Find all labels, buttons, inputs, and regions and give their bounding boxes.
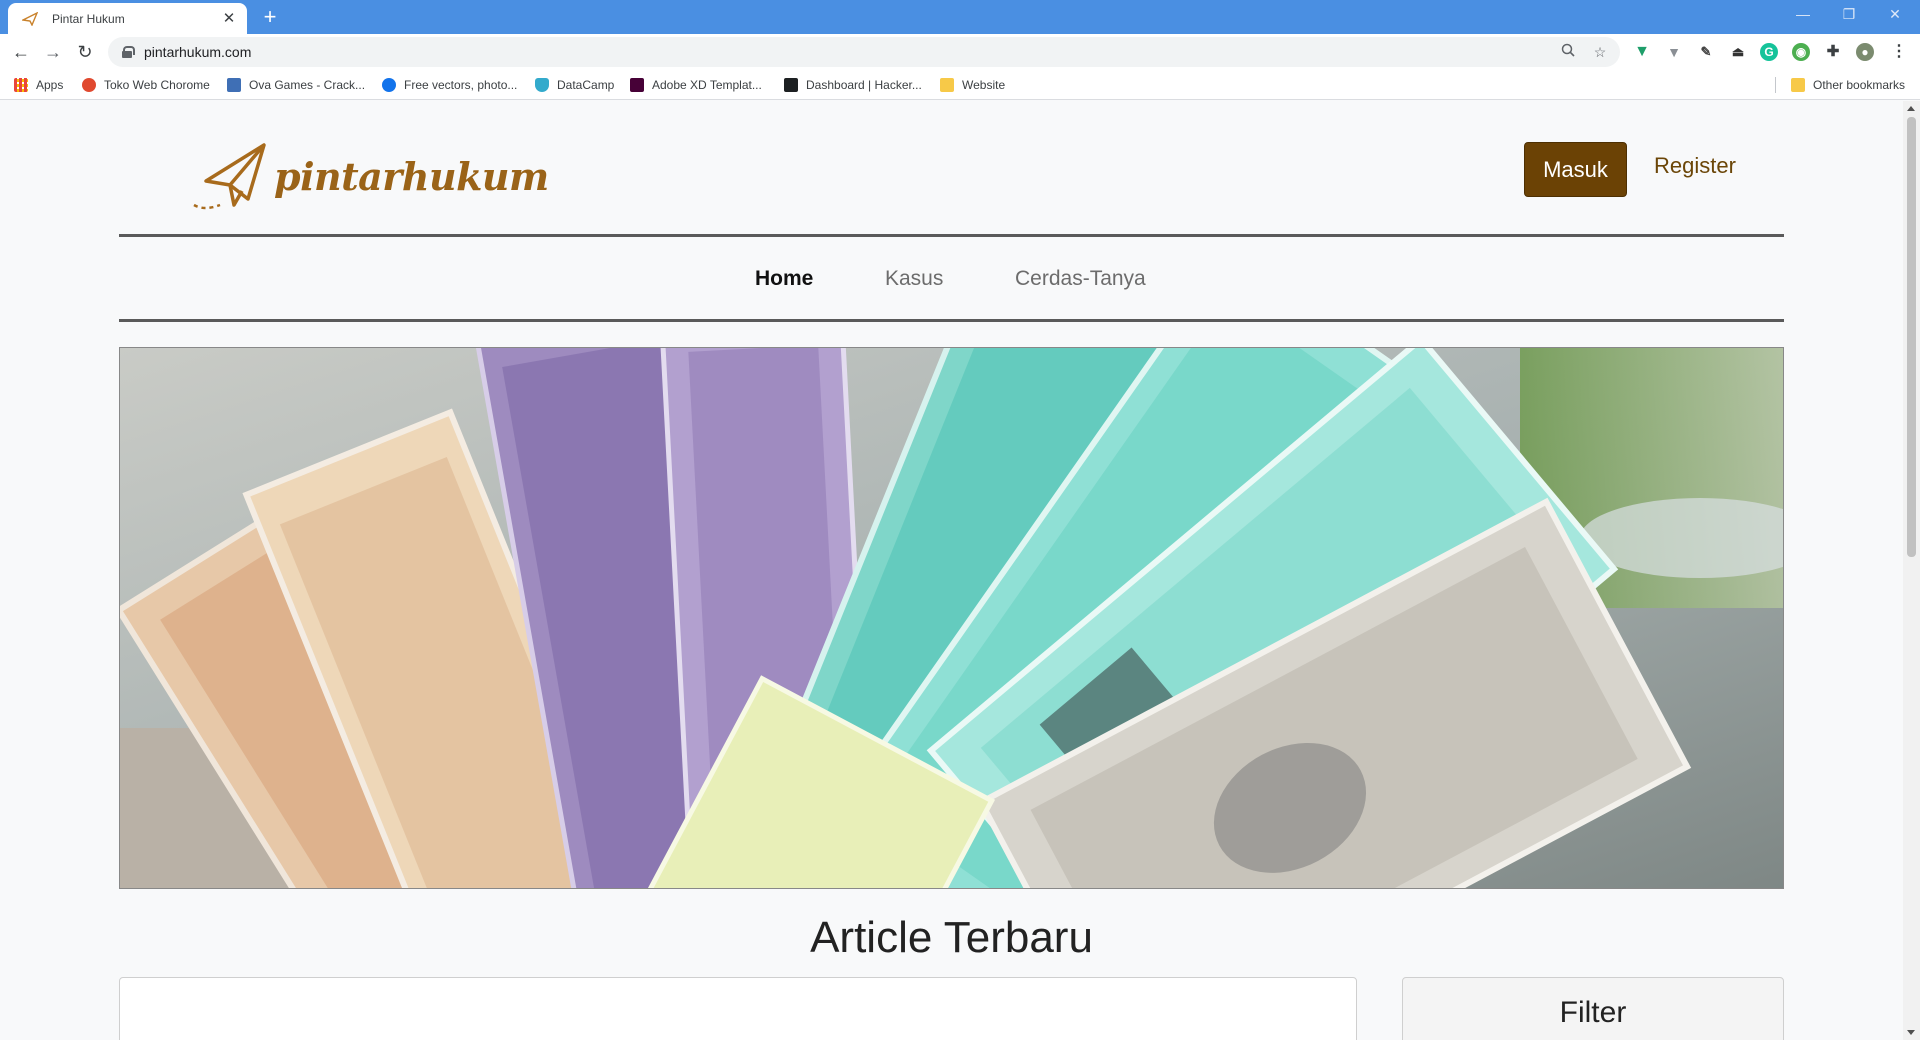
ova-games-icon: [227, 78, 241, 92]
bookmark-freepik[interactable]: Free vectors, photo...: [382, 77, 517, 93]
bookmark-label: Website: [962, 78, 1006, 92]
bookmark-label: Free vectors, photo...: [404, 78, 518, 92]
reload-icon[interactable]: ↻: [73, 40, 97, 64]
hackerrank-icon: [784, 78, 798, 92]
bookmark-label: Other bookmarks: [1813, 78, 1906, 92]
bookmark-toko-web[interactable]: Toko Web Chorome: [82, 77, 210, 93]
paper-plane-logo-icon: [193, 143, 266, 210]
grammarly-icon[interactable]: G: [1760, 43, 1778, 61]
bookmark-label: Toko Web Chorome: [104, 78, 210, 92]
bookmark-adobe-xd[interactable]: Adobe XD Templat...: [630, 77, 762, 93]
nav-kasus[interactable]: Kasus: [885, 267, 943, 297]
minimize-button[interactable]: —: [1780, 0, 1826, 30]
adobe-xd-icon: [630, 78, 644, 92]
download-extension-icon[interactable]: ⏏: [1729, 43, 1747, 61]
scroll-up-arrow-icon[interactable]: [1907, 106, 1915, 111]
page-viewport: pintarhukum Masuk Register Home Kasus Ce…: [0, 101, 1920, 1040]
bookmark-hackerrank[interactable]: Dashboard | Hacker...: [784, 77, 922, 93]
bookmark-star-icon[interactable]: ☆: [1590, 42, 1610, 62]
bookmark-ova-games[interactable]: Ova Games - Crack...: [227, 77, 365, 93]
restore-button[interactable]: ❐: [1826, 0, 1872, 30]
nav-cerdas-tanya[interactable]: Cerdas-Tanya: [1015, 267, 1146, 297]
bookmark-label: Adobe XD Templat...: [652, 78, 762, 92]
nav-home[interactable]: Home: [755, 267, 813, 297]
bookmark-website-folder[interactable]: Website: [940, 77, 1005, 93]
bookmarks-bar: Apps Toko Web Chorome Ova Games - Crack.…: [0, 70, 1920, 100]
new-tab-button[interactable]: +: [258, 6, 282, 30]
browser-tab-strip: Pintar Hukum ✕ + — ❐ ✕: [0, 0, 1920, 34]
eyedropper-extension-icon[interactable]: ✎: [1697, 43, 1715, 61]
logo-wordmark: pintarhukum: [274, 153, 549, 199]
page-scrollbar[interactable]: [1903, 101, 1920, 1040]
other-bookmarks[interactable]: Other bookmarks: [1791, 77, 1905, 93]
bookmarks-divider: [1775, 77, 1776, 93]
nav-bottom-divider: [119, 319, 1784, 322]
apps-grid-icon: [14, 78, 28, 92]
folder-icon: [1791, 78, 1805, 92]
close-tab-icon[interactable]: ✕: [221, 10, 237, 27]
filter-card: Filter: [1402, 977, 1784, 1040]
filter-title: Filter: [1559, 996, 1627, 1029]
nav-top-divider: [119, 234, 1784, 237]
datacamp-icon: [535, 78, 549, 92]
scroll-thumb[interactable]: [1907, 117, 1916, 557]
vue-devtools-icon[interactable]: ▼: [1633, 43, 1651, 61]
site-logo[interactable]: pintarhukum: [190, 139, 549, 213]
article-list-card: [119, 977, 1357, 1040]
chrome-store-icon: [82, 78, 96, 92]
address-bar[interactable]: pintarhukum.com ☆: [108, 37, 1620, 67]
bookmark-label: Dashboard | Hacker...: [806, 78, 922, 92]
vue-extension-icon[interactable]: ▼: [1665, 43, 1683, 61]
bookmark-label: Ova Games - Crack...: [249, 78, 366, 92]
bookmark-label: DataCamp: [557, 78, 615, 92]
forward-arrow-icon[interactable]: →: [41, 40, 65, 64]
register-link[interactable]: Register: [1654, 153, 1736, 179]
menu-kebab-icon[interactable]: ⋮: [1890, 43, 1908, 61]
freepik-icon: [382, 78, 396, 92]
scroll-down-arrow-icon[interactable]: [1907, 1030, 1915, 1035]
folder-icon: [940, 78, 954, 92]
url-text: pintarhukum.com: [144, 44, 252, 60]
back-arrow-icon[interactable]: ←: [9, 40, 33, 64]
globe-extension-icon[interactable]: ◉: [1792, 43, 1810, 61]
browser-toolbar: ← → ↻ pintarhukum.com ☆ ▼ ▼ ✎ ⏏ G ◉ ✚ ● …: [0, 34, 1920, 70]
login-button[interactable]: Masuk: [1524, 142, 1627, 197]
tab-title: Pintar Hukum: [52, 11, 125, 26]
browser-tab[interactable]: Pintar Hukum ✕: [8, 3, 247, 34]
hero-banner-image: [119, 347, 1784, 889]
paper-plane-favicon-icon: [22, 11, 38, 27]
bookmark-datacamp[interactable]: DataCamp: [535, 77, 614, 93]
lock-icon: [122, 46, 135, 58]
bookmark-label: Apps: [36, 78, 64, 92]
close-window-button[interactable]: ✕: [1872, 0, 1918, 30]
extensions-puzzle-icon[interactable]: ✚: [1824, 43, 1842, 61]
zoom-icon[interactable]: [1558, 42, 1578, 62]
section-title: Article Terbaru: [810, 913, 1093, 962]
profile-avatar-icon[interactable]: ●: [1856, 43, 1874, 61]
bookmark-apps[interactable]: Apps: [14, 77, 63, 93]
